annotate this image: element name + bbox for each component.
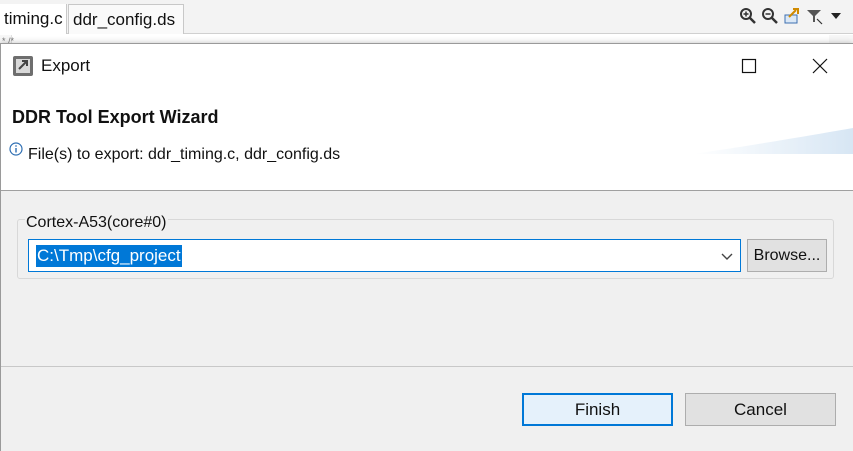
button-bar-separator	[1, 366, 853, 367]
editor-tab-timing[interactable]: timing.c	[0, 4, 67, 34]
wizard-banner-graphic	[693, 128, 853, 154]
editor-tab-ddr-config[interactable]: ddr_config.ds	[68, 4, 184, 34]
maximize-button[interactable]	[726, 44, 772, 88]
close-button[interactable]	[797, 44, 843, 88]
maximize-icon	[741, 58, 757, 74]
filter-icon[interactable]	[805, 7, 823, 25]
chevron-down-icon[interactable]	[720, 249, 734, 263]
zoom-out-icon[interactable]	[761, 7, 779, 25]
dialog-title: Export	[41, 56, 91, 75]
core-group-label: Cortex-A53(core#0)	[25, 214, 168, 232]
finish-button[interactable]: Finish	[522, 393, 673, 426]
export-path-combo[interactable]: C:\Tmp\cfg_project	[28, 239, 741, 272]
info-icon	[9, 142, 23, 156]
dropdown-icon[interactable]	[827, 7, 845, 25]
export-icon[interactable]	[783, 7, 801, 25]
editor-tab-label: timing.c	[4, 9, 63, 28]
wizard-title: DDR Tool Export Wizard	[12, 107, 219, 127]
browse-button[interactable]: Browse...	[747, 239, 827, 272]
cancel-button[interactable]: Cancel	[685, 393, 836, 426]
export-files-info: File(s) to export: ddr_timing.c, ddr_con…	[28, 146, 341, 163]
dialog-title-bar: Export	[1, 44, 853, 88]
editor-toolbar	[739, 6, 845, 26]
editor-tab-bar: timing.c ddr_config.ds	[0, 0, 853, 34]
export-path-value: C:\Tmp\cfg_project	[36, 245, 182, 267]
editor-tab-label: ddr_config.ds	[73, 10, 176, 29]
export-dialog: Export DDR Tool Export Wizard File(s) to…	[0, 43, 853, 451]
wizard-header: DDR Tool Export Wizard File(s) to export…	[1, 88, 853, 191]
close-icon	[812, 58, 828, 74]
export-app-icon	[12, 55, 34, 77]
zoom-in-icon[interactable]	[739, 7, 757, 25]
